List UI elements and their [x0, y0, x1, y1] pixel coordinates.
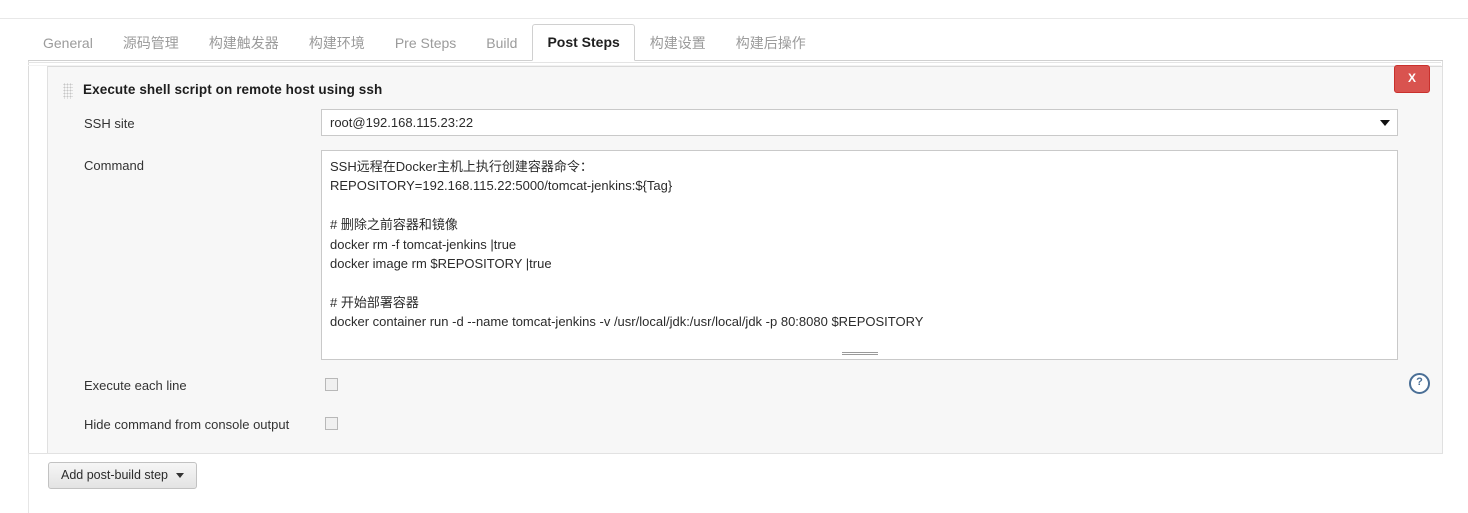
execute-each-line-checkbox[interactable] [325, 378, 338, 391]
textarea-resize-grip[interactable] [841, 351, 878, 357]
drag-grip-icon[interactable] [63, 83, 73, 99]
chevron-down-icon [1380, 120, 1390, 126]
tab-post-steps[interactable]: Post Steps [532, 24, 635, 61]
panel-bottom-divider [28, 453, 1443, 454]
execute-each-line-label: Execute each line [84, 378, 187, 393]
hide-command-checkbox[interactable] [325, 417, 338, 430]
panel-left-edge [28, 453, 29, 513]
command-textarea[interactable]: SSH远程在Docker主机上执行创建容器命令： REPOSITORY=192.… [321, 150, 1398, 360]
add-post-build-step-button[interactable]: Add post-build step [48, 462, 198, 489]
tab-source-management[interactable]: 源码管理 [108, 25, 194, 61]
ssh-site-label: SSH site [84, 116, 135, 131]
hide-command-label: Hide command from console output [84, 417, 290, 432]
tab-build-environment[interactable]: 构建环境 [294, 25, 380, 61]
ssh-site-value: root@192.168.115.23:22 [330, 115, 474, 130]
command-text: SSH远程在Docker主机上执行创建容器命令： REPOSITORY=192.… [330, 159, 924, 330]
delete-step-button[interactable]: X [1394, 65, 1430, 93]
help-circle-icon[interactable]: ? [1409, 373, 1430, 394]
tab-build-settings[interactable]: 构建设置 [635, 25, 721, 61]
tab-post-build-actions[interactable]: 构建后操作 [721, 25, 821, 61]
chevron-down-icon [176, 473, 185, 478]
tab-build-triggers[interactable]: 构建触发器 [194, 25, 294, 61]
tab-general[interactable]: General [28, 25, 108, 61]
add-post-build-step-label: Add post-build step [61, 468, 169, 482]
config-tab-bar: General 源码管理 构建触发器 构建环境 Pre Steps Build … [28, 19, 1443, 61]
tab-pre-steps[interactable]: Pre Steps [380, 25, 471, 61]
tab-build[interactable]: Build [471, 25, 532, 61]
ssh-step-block: Execute shell script on remote host usin… [47, 65, 1443, 454]
step-title: Execute shell script on remote host usin… [83, 82, 383, 97]
command-label: Command [84, 158, 144, 173]
page-top-strip [0, 0, 1468, 19]
ssh-site-select[interactable]: root@192.168.115.23:22 [321, 109, 1398, 136]
